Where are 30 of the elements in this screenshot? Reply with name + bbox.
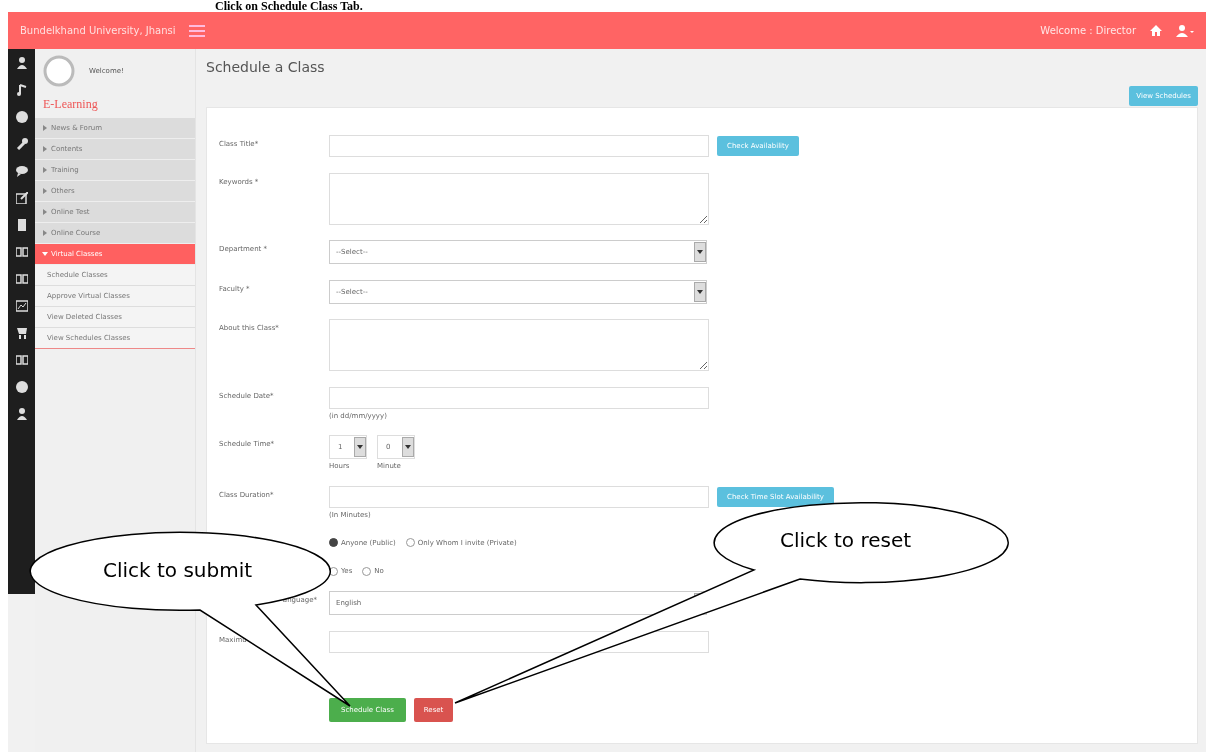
chat-icon[interactable]	[15, 165, 28, 177]
input-field[interactable]	[329, 386, 709, 409]
circle-icon[interactable]	[15, 381, 28, 393]
grid-icon[interactable]	[15, 246, 28, 258]
book-icon[interactable]	[15, 219, 28, 231]
caret-icon	[357, 445, 363, 449]
edit-icon[interactable]	[15, 192, 28, 204]
chart-icon[interactable]	[15, 300, 28, 312]
grid-icon[interactable]	[15, 273, 28, 285]
grid-icon[interactable]	[15, 354, 28, 366]
page-title: Schedule a Class	[206, 59, 325, 75]
wrench-icon[interactable]	[15, 138, 28, 150]
callout-text: Click to reset	[780, 528, 912, 552]
caret-icon	[697, 250, 703, 254]
caret-icon	[697, 289, 703, 294]
input-field[interactable]	[329, 630, 709, 653]
music-icon[interactable]	[15, 84, 28, 96]
user-icon[interactable]	[15, 408, 28, 420]
user-icon[interactable]	[15, 57, 28, 69]
avatar-icon	[43, 55, 75, 87]
brand-name: Bundelkhand University, Jhansi	[20, 25, 176, 36]
document-heading: Click on Schedule Class Tab.	[215, 0, 364, 12]
home-icon[interactable]	[1150, 25, 1162, 36]
input-field[interactable]	[329, 135, 709, 157]
welcome-text: Welcome : Director	[1040, 25, 1136, 36]
callout-text: Click to submit	[103, 558, 253, 582]
input-field[interactable]	[329, 485, 709, 508]
caret-icon	[405, 445, 411, 449]
section-title: E-Learning	[42, 96, 99, 113]
cart-icon[interactable]	[15, 327, 28, 339]
